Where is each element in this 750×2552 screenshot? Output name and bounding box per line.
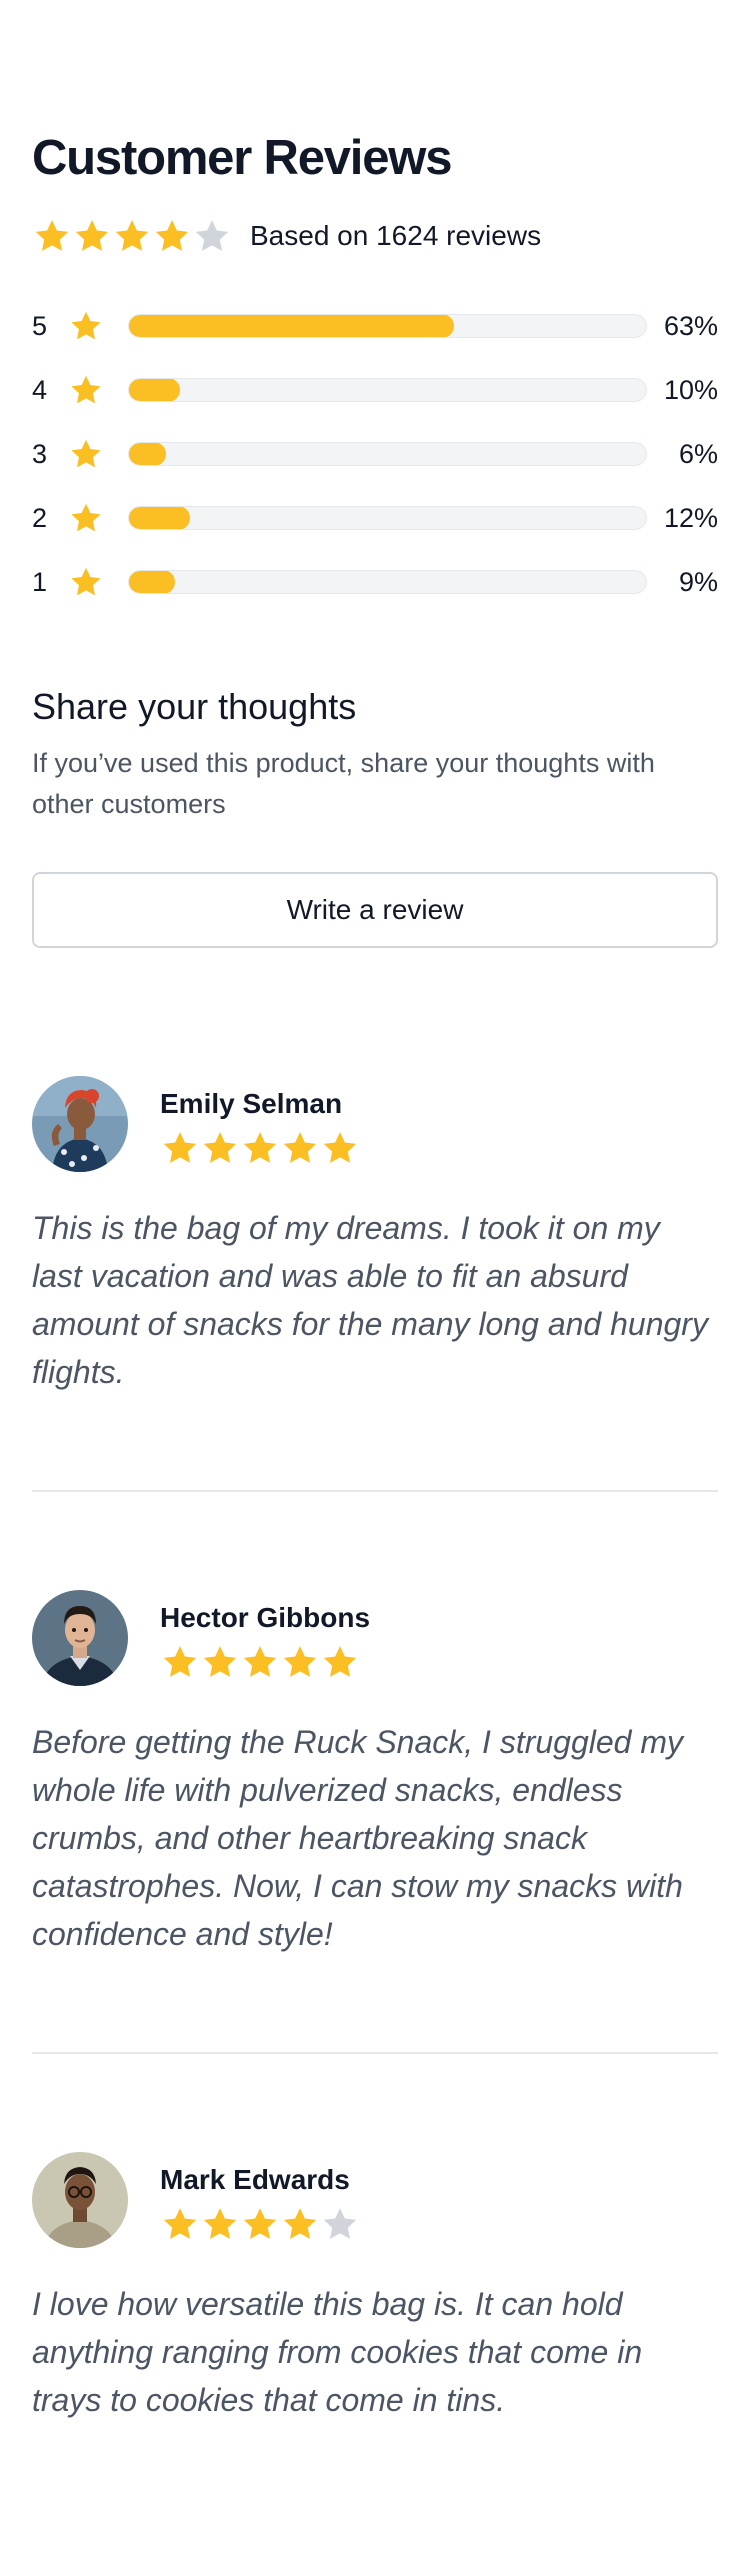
star-icon <box>71 567 101 596</box>
star-filled-icon <box>115 220 149 251</box>
star-filled-icon <box>283 2208 317 2239</box>
star-icon <box>71 375 101 404</box>
rating-summary: Based on 1624 reviews <box>32 216 541 256</box>
rating-distribution-row: 3 6% <box>32 434 718 474</box>
star-empty-icon <box>195 220 229 251</box>
share-subtext: If you’ve used this product, share your … <box>32 748 655 819</box>
star-filled-icon <box>283 1646 317 1677</box>
avatar <box>32 1590 128 1686</box>
star-icon <box>71 439 101 468</box>
rating-number: 4 <box>32 375 48 405</box>
review-rating-stars <box>160 1642 360 1682</box>
rating-bar <box>128 314 647 338</box>
rating-number: 2 <box>32 503 48 533</box>
rating-percent: 10% <box>663 375 718 405</box>
rating-bar-fill <box>129 443 166 465</box>
rating-bar-fill <box>129 379 180 401</box>
star-filled-icon <box>155 220 189 251</box>
review-rating-stars <box>160 1128 360 1168</box>
review-rating-stars <box>160 2204 360 2244</box>
star-filled-icon <box>243 2208 277 2239</box>
star-filled-icon <box>203 1646 237 1677</box>
rating-percent: 9% <box>678 567 718 597</box>
rating-distribution-row: 4 10% <box>32 370 718 410</box>
star-filled-icon <box>35 220 69 251</box>
star-icon <box>71 503 101 532</box>
star-filled-icon <box>243 1132 277 1163</box>
reviewer-name: Hector Gibbons <box>160 1602 371 1633</box>
review-text: This is the bag of my dreams. I took it … <box>32 1210 708 1390</box>
star-filled-icon <box>323 1132 357 1163</box>
review-count-text: Based on 1624 reviews <box>250 220 542 251</box>
rating-percent: 6% <box>678 439 718 469</box>
star-icon <box>71 311 101 340</box>
rating-bar <box>128 570 647 594</box>
review-text: Before getting the Ruck Snack, I struggl… <box>32 1724 683 1952</box>
rating-bar-fill <box>129 571 175 593</box>
star-filled-icon <box>163 1646 197 1677</box>
rating-percent: 12% <box>663 503 718 533</box>
rating-distribution-row: 1 9% <box>32 562 718 602</box>
rating-bar-fill <box>129 507 190 529</box>
rating-bar-fill <box>129 315 454 337</box>
star-filled-icon <box>163 1132 197 1163</box>
write-review-button[interactable]: Write a review <box>32 872 718 948</box>
review-text: I love how versatile this bag is. It can… <box>32 2286 643 2418</box>
star-filled-icon <box>203 2208 237 2239</box>
rating-bar <box>128 506 647 530</box>
rating-percent: 63% <box>663 311 718 341</box>
star-filled-icon <box>243 1646 277 1677</box>
reviewer-name: Mark Edwards <box>160 2164 350 2195</box>
page-title: Customer Reviews <box>32 131 452 185</box>
divider <box>32 2052 718 2054</box>
star-filled-icon <box>75 220 109 251</box>
star-filled-icon <box>163 2208 197 2239</box>
avatar <box>32 1076 128 1172</box>
rating-distribution-row: 2 12% <box>32 498 718 538</box>
avatar <box>32 2152 128 2248</box>
rating-number: 3 <box>32 439 48 469</box>
star-empty-icon <box>323 2208 357 2239</box>
star-filled-icon <box>203 1132 237 1163</box>
rating-bar <box>128 378 647 402</box>
average-rating-stars <box>32 216 232 256</box>
rating-number: 1 <box>32 567 48 597</box>
rating-number: 5 <box>32 311 48 341</box>
divider <box>32 1490 718 1492</box>
share-heading: Share your thoughts <box>32 686 357 727</box>
star-filled-icon <box>283 1132 317 1163</box>
reviewer-name: Emily Selman <box>160 1088 343 1119</box>
rating-distribution-row: 5 63% <box>32 306 718 346</box>
rating-bar <box>128 442 647 466</box>
star-filled-icon <box>323 1646 357 1677</box>
